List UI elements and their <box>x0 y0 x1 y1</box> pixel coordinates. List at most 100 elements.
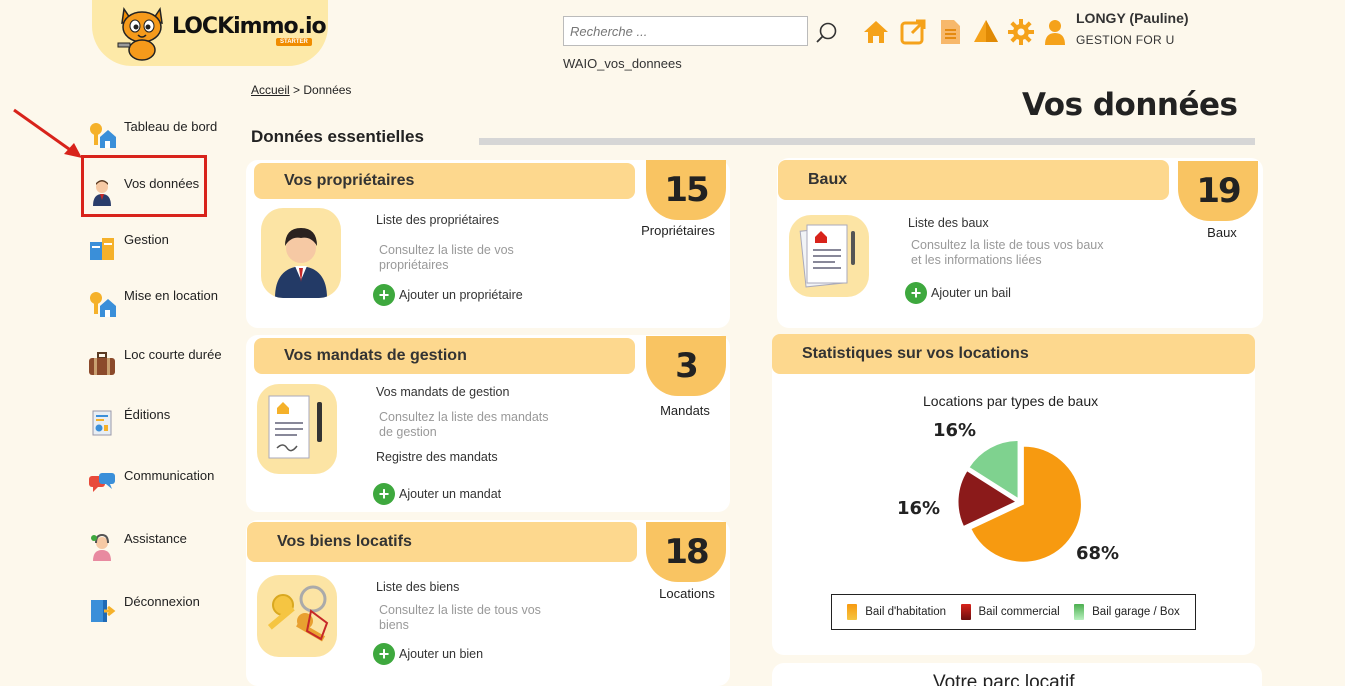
add-lease-button[interactable]: + Ajouter un bail <box>905 282 1011 304</box>
leases-count-label: Baux <box>1207 225 1237 240</box>
sidebar-item-label: Déconnexion <box>124 594 200 609</box>
mandates-register-link[interactable]: Registre des mandats <box>376 450 498 464</box>
properties-card-header: Vos biens locatifs <box>247 522 637 562</box>
leases-description: Consultez la liste de tous vos baux et l… <box>911 238 1104 267</box>
cat-mascot-icon <box>117 6 163 61</box>
home-icon[interactable] <box>862 18 890 46</box>
owner-illustration <box>261 208 341 298</box>
logout-icon <box>91 600 116 622</box>
leases-list-link[interactable]: Liste des baux <box>908 216 989 230</box>
sidebar-item-label: Assistance <box>124 531 187 546</box>
sidebar-item-deconnexion[interactable]: Déconnexion <box>86 594 236 624</box>
mandates-count: 3 <box>646 336 726 396</box>
owners-count-label: Propriétaires <box>641 223 715 238</box>
person-icon <box>93 180 111 206</box>
legend-item-habitation[interactable]: Bail d'habitation <box>847 604 946 620</box>
legend-label: Bail garage / Box <box>1092 606 1180 618</box>
breadcrumb: Accueil > Données <box>251 83 351 97</box>
add-property-label: Ajouter un bien <box>399 647 484 661</box>
plus-icon: + <box>373 643 395 665</box>
search-icon[interactable] <box>814 20 840 46</box>
plus-icon: + <box>905 282 927 304</box>
breadcrumb-current: Données <box>303 83 352 97</box>
sidebar-item-assistance[interactable]: Assistance <box>86 531 236 561</box>
suitcase-icon <box>89 352 115 375</box>
management-icon <box>90 238 114 260</box>
breadcrumb-separator: > <box>293 83 301 97</box>
annotation-arrow <box>13 108 82 158</box>
sidebar-item-label: Communication <box>124 468 215 483</box>
sidebar-item-label: Vos données <box>124 176 200 191</box>
pie-chart <box>957 439 1082 563</box>
user-name[interactable]: LONGY (Pauline) <box>1076 10 1189 26</box>
lease-illustration <box>789 215 869 297</box>
sidebar-item-label: Gestion <box>124 232 169 247</box>
portfolio-title: Votre parc locatif <box>933 672 1075 686</box>
add-mandate-button[interactable]: + Ajouter un mandat <box>373 483 501 505</box>
plus-icon: + <box>373 483 395 505</box>
legend-swatch <box>847 604 858 620</box>
rental-key-house-icon <box>90 292 116 317</box>
plus-icon: + <box>373 284 395 306</box>
document-icon[interactable] <box>936 18 964 46</box>
mandate-illustration <box>257 384 337 474</box>
legend-item-garage[interactable]: Bail garage / Box <box>1074 604 1180 620</box>
sidebar-item-label: Loc courte durée <box>124 347 222 362</box>
sidebar-item-communication[interactable]: Communication <box>86 468 236 498</box>
logo-text: LOCKimmo.io <box>172 14 327 39</box>
mandates-description: Consultez la liste des mandats de gestio… <box>379 410 549 439</box>
report-icon <box>92 410 112 436</box>
sidebar-item-mise-en-location[interactable]: Mise en location <box>86 288 236 318</box>
sidebar-item-label: Mise en location <box>124 288 218 303</box>
breadcrumb-home-link[interactable]: Accueil <box>251 83 290 97</box>
add-mandate-label: Ajouter un mandat <box>399 487 502 501</box>
pie-label-garage: 16% <box>933 420 977 441</box>
section-divider <box>479 138 1255 145</box>
page-code: WAIO_vos_donnees <box>563 56 682 71</box>
add-property-button[interactable]: + Ajouter un bien <box>373 643 483 665</box>
legend-label: Bail commercial <box>978 606 1060 618</box>
pie-label-habitation: 68% <box>1076 543 1120 564</box>
alert-icon[interactable] <box>972 18 1000 46</box>
sidebar-item-vos-donnees[interactable]: Vos données <box>86 176 236 206</box>
gear-icon[interactable] <box>1007 18 1035 46</box>
logo-badge: STARTER <box>276 38 312 46</box>
search-input[interactable] <box>563 16 808 46</box>
add-owner-label: Ajouter un propriétaire <box>399 288 523 302</box>
add-lease-label: Ajouter un bail <box>931 286 1011 300</box>
add-owner-button[interactable]: + Ajouter un propriétaire <box>373 284 523 306</box>
sidebar-item-gestion[interactable]: Gestion <box>86 232 236 262</box>
properties-count-label: Locations <box>659 586 715 601</box>
owners-list-link[interactable]: Liste des propriétaires <box>376 213 499 227</box>
sidebar-item-label: Éditions <box>124 407 171 422</box>
chart-title: Locations par types de baux <box>923 393 1099 409</box>
logo[interactable]: LOCKimmo.io <box>172 14 327 39</box>
properties-list-link[interactable]: Liste des biens <box>376 580 459 594</box>
leases-count: 19 <box>1178 161 1258 221</box>
dashboard-key-house-icon <box>90 123 116 148</box>
legend-label: Bail d'habitation <box>865 606 947 618</box>
legend-swatch <box>960 604 971 620</box>
properties-count: 18 <box>646 522 726 582</box>
leases-card-header: Baux <box>778 160 1169 200</box>
mandates-list-link[interactable]: Vos mandats de gestion <box>376 385 509 399</box>
mandates-card-header: Vos mandats de gestion <box>254 338 635 374</box>
mandates-count-label: Mandats <box>660 403 710 418</box>
external-link-icon[interactable] <box>899 18 927 46</box>
section-title: Données essentielles <box>251 127 424 146</box>
legend-swatch <box>1074 604 1085 620</box>
chart-legend: Bail d'habitation Bail commercial Bail g… <box>831 594 1196 630</box>
owners-count: 15 <box>646 160 726 220</box>
user-icon[interactable] <box>1041 18 1069 46</box>
stats-card-header: Statistiques sur vos locations <box>772 334 1255 374</box>
owners-description: Consultez la liste de vos propriétaires <box>379 243 514 272</box>
properties-description: Consultez la liste de tous vos biens <box>379 603 541 632</box>
owners-card-header: Vos propriétaires <box>254 163 635 199</box>
legend-item-commercial[interactable]: Bail commercial <box>960 604 1060 620</box>
chat-bubbles-icon <box>89 473 115 492</box>
sidebar-item-loc-courte-duree[interactable]: Loc courte durée <box>86 347 236 377</box>
sidebar-item-editions[interactable]: Éditions <box>86 407 236 437</box>
sidebar-item-tableau-de-bord[interactable]: Tableau de bord <box>86 119 236 149</box>
user-organization: GESTION FOR U <box>1076 33 1175 47</box>
support-agent-icon <box>91 533 111 561</box>
